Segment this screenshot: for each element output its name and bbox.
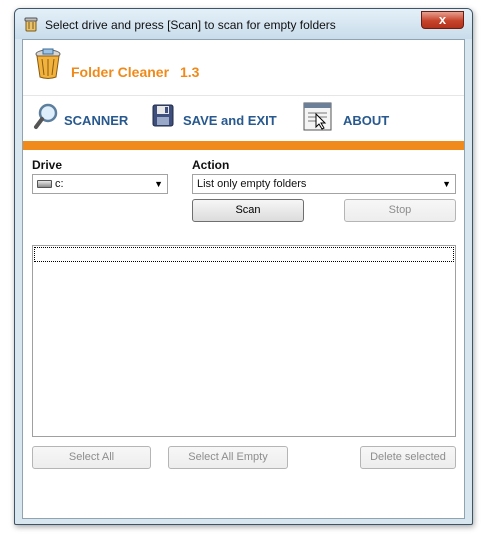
- accent-bar: [23, 141, 464, 150]
- scan-button[interactable]: Scan: [192, 199, 304, 222]
- floppy-disk-icon: [152, 104, 174, 127]
- title-bar[interactable]: Select drive and press [Scan] to scan fo…: [15, 9, 472, 39]
- results-list[interactable]: [32, 245, 456, 437]
- drive-select-value: c:: [55, 178, 64, 190]
- stop-button[interactable]: Stop: [344, 199, 456, 222]
- scanner-button[interactable]: SCANNER: [33, 102, 143, 132]
- chevron-down-icon: ▼: [442, 179, 451, 189]
- list-focus-row: [34, 247, 454, 262]
- client-area: Folder Cleaner 1.3 SCANNER SAVE and EXIT: [22, 39, 465, 519]
- magnifier-icon: [34, 103, 58, 129]
- hard-drive-icon: [37, 180, 52, 188]
- about-label: ABOUT: [343, 113, 390, 128]
- app-version: 1.3: [180, 64, 200, 80]
- action-select[interactable]: List only empty folders ▼: [192, 174, 456, 194]
- app-header: Folder Cleaner 1.3: [23, 40, 464, 90]
- main-toolbar: SCANNER SAVE and EXIT ABOUT: [23, 95, 464, 139]
- select-all-button[interactable]: Select All: [32, 446, 151, 469]
- chevron-down-icon: ▼: [154, 179, 163, 189]
- drive-select[interactable]: c: ▼: [32, 174, 168, 194]
- action-select-value: List only empty folders: [197, 178, 307, 190]
- window-title: Select drive and press [Scan] to scan fo…: [45, 18, 336, 32]
- trash-bin-icon: [24, 17, 38, 32]
- app-name: Folder Cleaner: [71, 64, 170, 80]
- close-icon: x: [438, 12, 447, 27]
- app-window: Select drive and press [Scan] to scan fo…: [14, 8, 473, 525]
- about-window-icon: [303, 102, 332, 131]
- save-and-exit-label: SAVE and EXIT: [183, 113, 277, 128]
- about-button[interactable]: ABOUT: [303, 102, 393, 132]
- delete-selected-button[interactable]: Delete selected: [360, 446, 456, 469]
- action-label: Action: [192, 158, 230, 172]
- scanner-label: SCANNER: [64, 113, 129, 128]
- save-and-exit-button[interactable]: SAVE and EXIT: [151, 102, 281, 132]
- close-button[interactable]: x: [421, 11, 464, 29]
- drive-label: Drive: [32, 158, 63, 172]
- folder-cleaner-logo-icon: [35, 48, 61, 79]
- select-all-empty-button[interactable]: Select All Empty: [168, 446, 288, 469]
